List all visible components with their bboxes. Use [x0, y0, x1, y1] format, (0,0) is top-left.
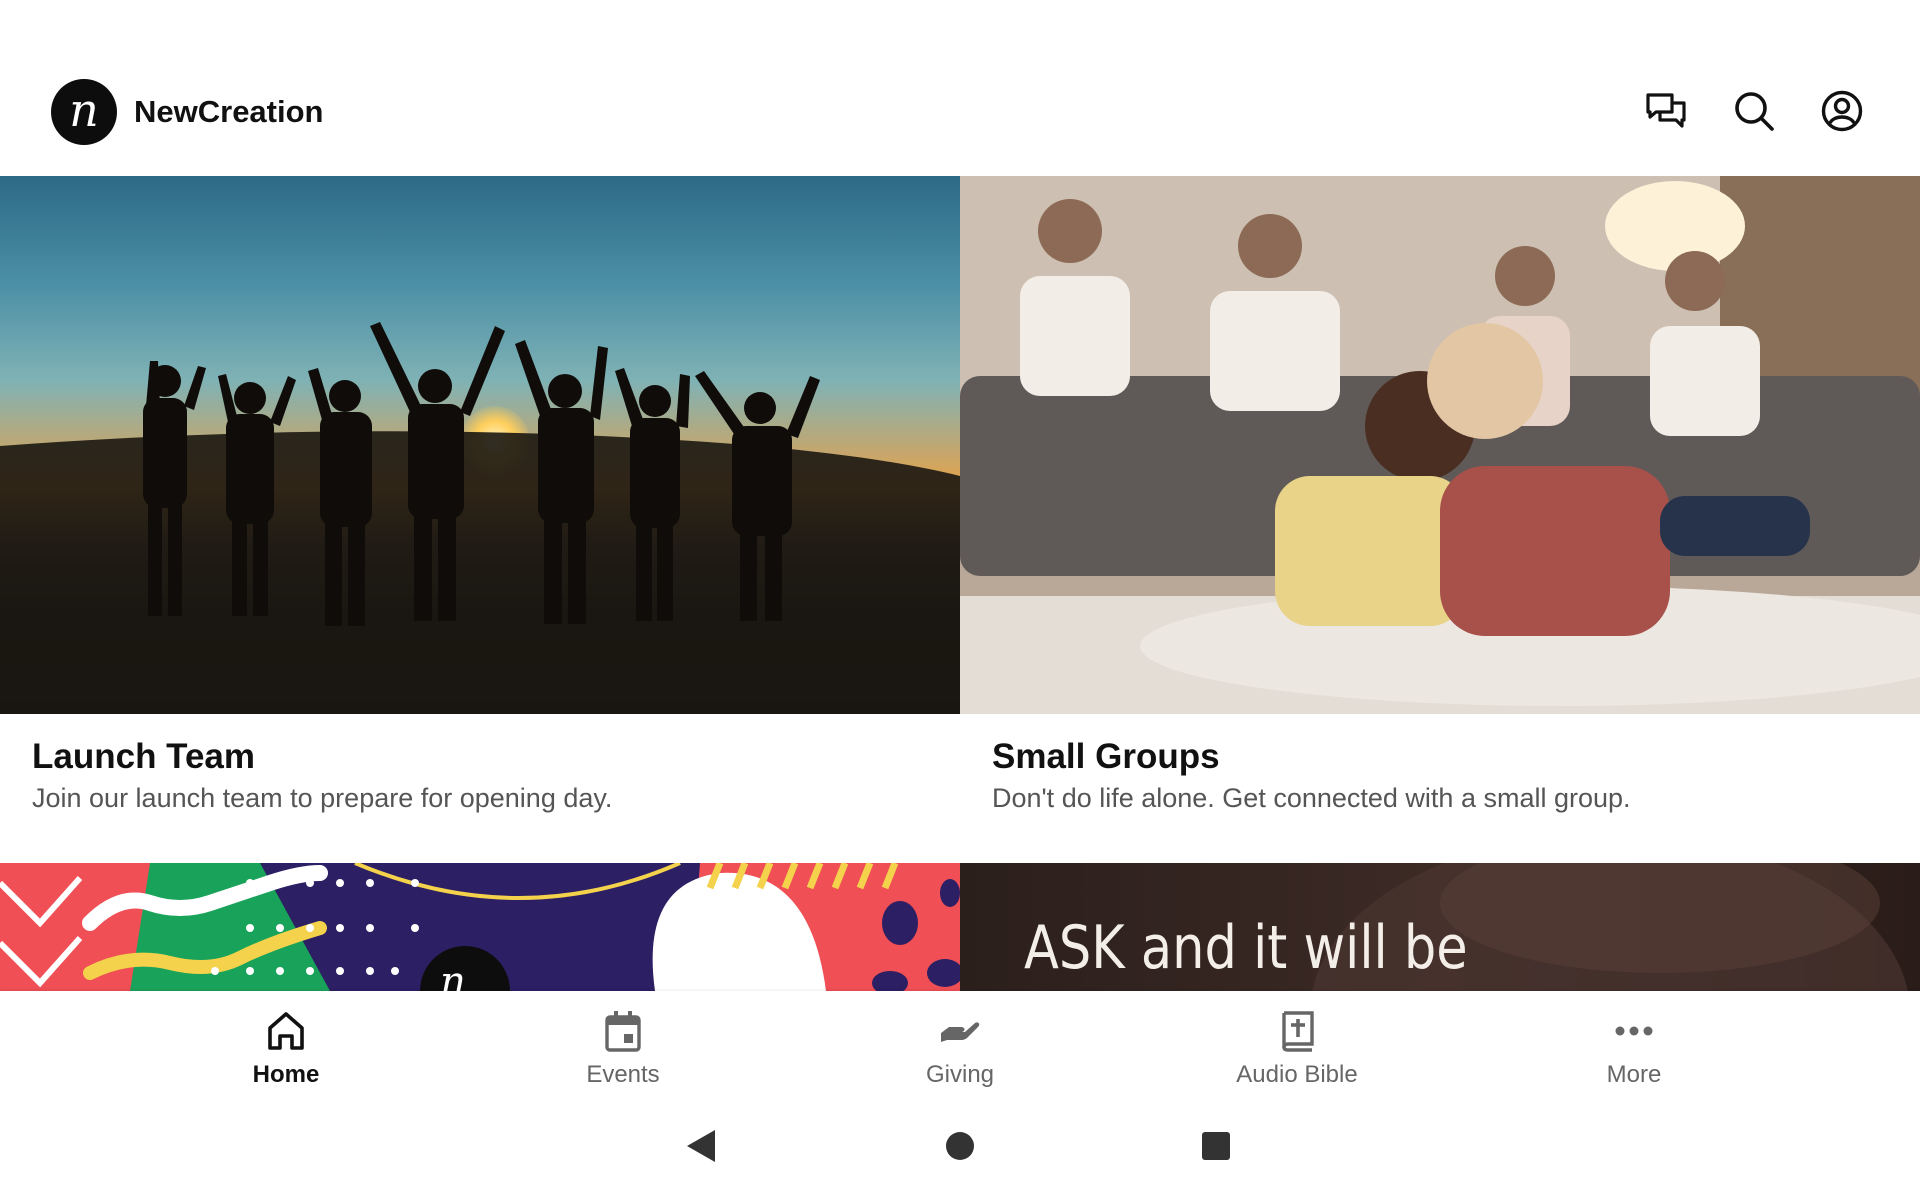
- small-groups-image: [960, 176, 1920, 714]
- card-subtitle: Don't do life alone. Get connected with …: [992, 783, 1631, 813]
- nav-home[interactable]: Home: [118, 991, 455, 1091]
- nav-label: Giving: [925, 1061, 995, 1088]
- header-actions: [1644, 89, 1864, 133]
- bible-icon: [1279, 1009, 1315, 1053]
- giving-hand-icon: [939, 1009, 981, 1053]
- living-room-scene: [960, 176, 1920, 714]
- search-icon[interactable]: [1732, 89, 1776, 133]
- card-title: Small Groups: [992, 737, 1220, 776]
- home-circle-icon[interactable]: [940, 1126, 980, 1166]
- svg-text:n: n: [440, 959, 466, 991]
- pattern-image: n: [0, 863, 960, 991]
- app-name: NewCreation: [134, 94, 324, 129]
- nav-more[interactable]: More: [1466, 991, 1803, 1091]
- nav-audio-bible[interactable]: Audio Bible: [1129, 991, 1466, 1091]
- ask-image-text: ASK and it will be: [1024, 913, 1468, 983]
- bottom-navigation: Home Events Giving Audio Bible More: [0, 991, 1920, 1091]
- logo-letter: n: [69, 83, 99, 137]
- app-header: n NewCreation: [0, 0, 1920, 176]
- launch-team-image: [0, 176, 960, 714]
- chat-icon[interactable]: [1644, 89, 1688, 133]
- card-ask[interactable]: ASK and it will be: [960, 863, 1920, 991]
- card-small-groups[interactable]: Small Groups Don't do life alone. Get co…: [960, 176, 1920, 856]
- nav-giving[interactable]: Giving: [792, 991, 1129, 1091]
- people-silhouettes: [0, 322, 960, 714]
- nav-label: More: [1606, 1061, 1662, 1088]
- card-launch-team[interactable]: Launch Team Join our launch team to prep…: [0, 176, 960, 856]
- back-icon[interactable]: [682, 1126, 722, 1166]
- account-icon[interactable]: [1820, 89, 1864, 133]
- card-subtitle: Join our launch team to prepare for open…: [32, 783, 613, 813]
- more-icon: [1615, 1009, 1653, 1053]
- recents-icon[interactable]: [1196, 1126, 1236, 1166]
- calendar-icon: [604, 1009, 642, 1053]
- app-logo: n: [51, 79, 117, 145]
- brand[interactable]: n NewCreation: [51, 79, 323, 145]
- nav-events[interactable]: Events: [455, 991, 792, 1091]
- nav-label: Home: [252, 1061, 320, 1088]
- nav-label: Events: [586, 1061, 660, 1088]
- card-title: Launch Team: [32, 737, 256, 776]
- home-icon: [267, 1009, 305, 1053]
- ask-image: ASK and it will be: [960, 863, 1920, 991]
- card-pattern[interactable]: n: [0, 863, 960, 991]
- nav-label: Audio Bible: [1236, 1061, 1358, 1088]
- system-navigation: [0, 1091, 1920, 1200]
